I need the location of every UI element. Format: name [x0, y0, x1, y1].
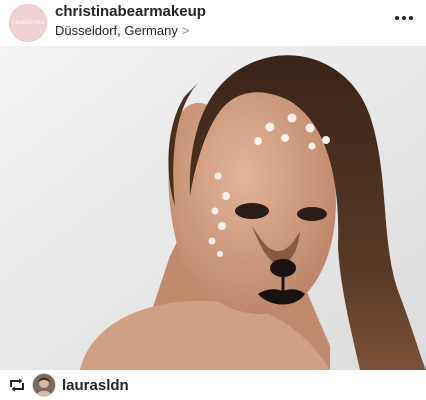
post-header: CHRISTINA christinabearmakeup Düsseldorf…	[0, 0, 426, 46]
post-location[interactable]: Düsseldorf, Germany >	[55, 23, 189, 38]
account-username[interactable]: christinabearmakeup	[55, 3, 206, 20]
chevron-right-icon: >	[181, 23, 190, 38]
repost-arrows-icon	[10, 378, 24, 392]
avatar-logo-mark: CHRISTINA	[11, 20, 45, 26]
more-horizontal-icon	[395, 16, 413, 20]
more-options-button[interactable]	[392, 8, 416, 28]
account-avatar[interactable]: CHRISTINA	[9, 4, 47, 42]
repost-icon	[8, 377, 26, 393]
portrait-image	[0, 46, 426, 370]
repost-username[interactable]: laurasldn	[62, 377, 129, 394]
post-photo[interactable]	[0, 46, 426, 370]
repost-footer: laurasldn	[0, 370, 426, 400]
location-text: Düsseldorf, Germany	[55, 23, 178, 38]
repost-avatar[interactable]	[32, 373, 56, 397]
repost-avatar-image	[33, 374, 55, 396]
